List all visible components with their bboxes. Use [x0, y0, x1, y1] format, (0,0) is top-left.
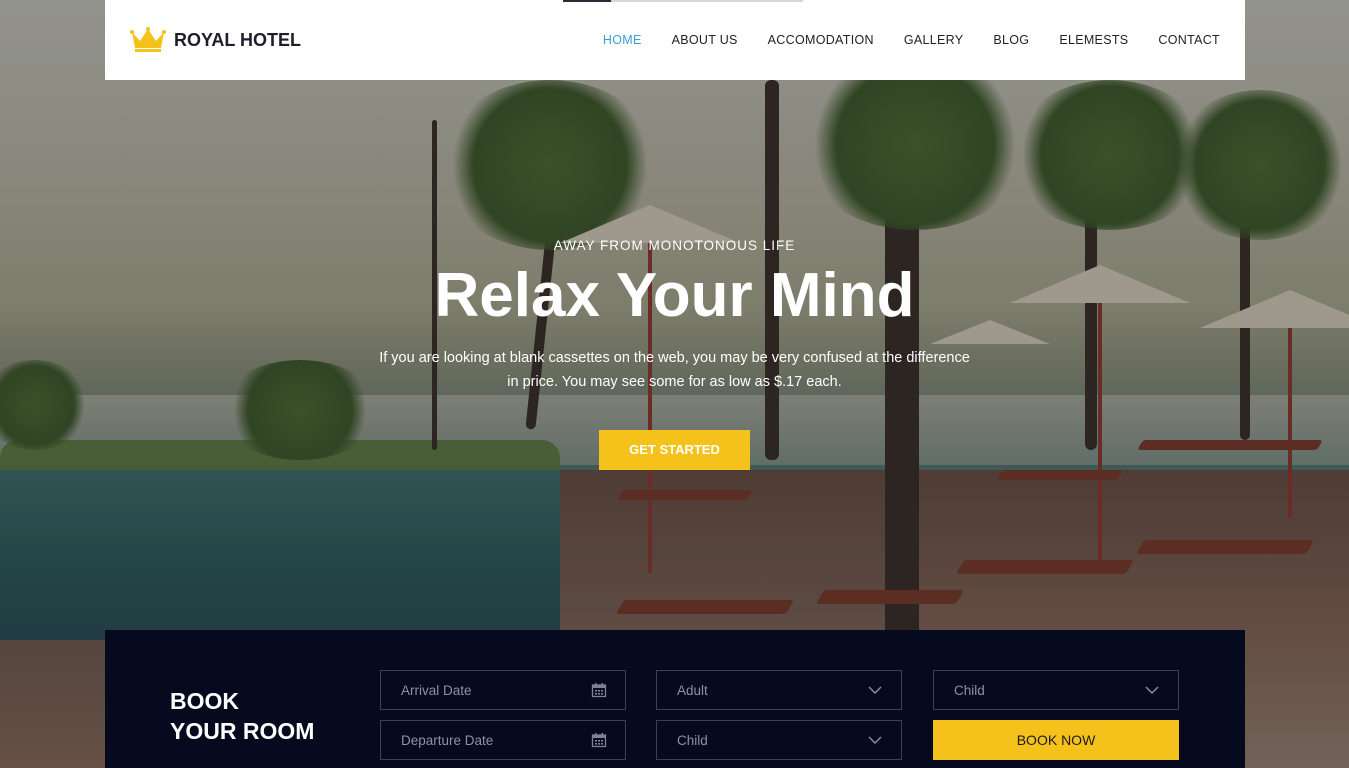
- get-started-button[interactable]: GET STARTED: [599, 430, 750, 471]
- banner-kicker: AWAY FROM MONOTONOUS LIFE: [553, 238, 796, 253]
- nav-item-gallery[interactable]: GALLERY: [904, 33, 964, 47]
- booking-panel: BOOK YOUR ROOM Arrival Date Departure Da…: [105, 630, 1245, 768]
- chevron-down-icon: [868, 686, 882, 694]
- chevron-down-icon: [1145, 686, 1159, 694]
- adult-select-value: Adult: [677, 682, 708, 698]
- crown-icon: [130, 27, 166, 52]
- hero-banner: AWAY FROM MONOTONOUS LIFE Relax Your Min…: [0, 238, 1349, 471]
- booking-heading-line1: BOOK: [170, 688, 239, 714]
- nav-item-accomodation[interactable]: ACCOMODATION: [768, 33, 874, 47]
- brand-logo[interactable]: ROYAL HOTEL: [130, 26, 301, 54]
- nav-item-contact[interactable]: CONTACT: [1158, 33, 1220, 47]
- book-now-button[interactable]: BOOK NOW: [933, 720, 1179, 760]
- arrival-date-placeholder: Arrival Date: [401, 682, 472, 698]
- site-header: ROYAL HOTEL HOME ABOUT US ACCOMODATION G…: [105, 0, 1245, 80]
- booking-heading: BOOK YOUR ROOM: [170, 686, 314, 746]
- calendar-icon: [591, 683, 607, 698]
- main-nav: HOME ABOUT US ACCOMODATION GALLERY BLOG …: [603, 33, 1220, 47]
- child-select[interactable]: Child: [933, 670, 1179, 710]
- arrival-date-field[interactable]: Arrival Date: [380, 670, 626, 710]
- booking-heading-line2: YOUR ROOM: [170, 718, 315, 744]
- child-select-secondary-value: Child: [677, 732, 708, 748]
- nav-item-blog[interactable]: BLOG: [993, 33, 1029, 47]
- scroll-indicator: [563, 0, 803, 2]
- departure-date-field[interactable]: Departure Date: [380, 720, 626, 760]
- departure-date-placeholder: Departure Date: [401, 732, 494, 748]
- calendar-icon: [591, 733, 607, 748]
- banner-title: Relax Your Mind: [434, 261, 915, 330]
- child-select-secondary[interactable]: Child: [656, 720, 902, 760]
- brand-name: ROYAL HOTEL: [174, 29, 302, 50]
- child-select-value: Child: [954, 682, 985, 698]
- adult-select[interactable]: Adult: [656, 670, 902, 710]
- chevron-down-icon: [868, 736, 882, 744]
- nav-item-elemests[interactable]: ELEMESTS: [1059, 33, 1128, 47]
- nav-item-home[interactable]: HOME: [603, 33, 642, 47]
- banner-description: If you are looking at blank cassettes on…: [379, 350, 970, 391]
- nav-item-about-us[interactable]: ABOUT US: [672, 33, 738, 47]
